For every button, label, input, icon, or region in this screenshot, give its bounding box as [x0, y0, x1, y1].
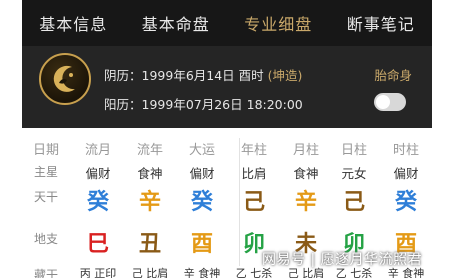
- pillar-header: 月柱: [292, 143, 319, 158]
- tab-basic-chart[interactable]: 基本命盘: [125, 11, 228, 35]
- pillar-hidden-stem: 丙 正印: [79, 267, 117, 278]
- chart-gender-tag: (坤造): [267, 68, 303, 83]
- solar-prefix: 阳历：: [104, 97, 142, 112]
- pillar-earthly-branch: 酉: [190, 232, 213, 257]
- pillar-main-star: 食神: [293, 166, 319, 181]
- display-toggle[interactable]: [374, 93, 406, 111]
- row-label-gan: 天干: [33, 190, 58, 204]
- toggle-knob: [376, 95, 390, 109]
- row-label-date: 日期: [32, 143, 59, 158]
- pillar-column[interactable]: 流年食神辛丑己 比肩: [124, 128, 176, 278]
- pillar-earthly-branch: 巳: [86, 232, 109, 257]
- watermark: 网易号 | 愿逐月华流照君: [262, 252, 423, 268]
- pillar-main-star: 偏财: [85, 166, 111, 181]
- pillar-main-star: 比肩: [241, 166, 267, 181]
- solar-date: 1999年07月26日 18:20:00: [141, 97, 303, 112]
- pillar-header: 年柱: [240, 143, 267, 158]
- pillar-heavenly-stem: 癸: [394, 190, 417, 215]
- moon-logo-icon: [53, 65, 75, 92]
- tab-notes[interactable]: 断事笔记: [330, 11, 433, 35]
- profile-bar: 阴历：1999年6月14日 酉时 (坤造) 胎命身 阳历：1999年07月26日…: [22, 46, 432, 128]
- pillar-header: 时柱: [392, 143, 419, 158]
- tai-ming-shen-link[interactable]: 胎命身: [374, 65, 412, 84]
- lunar-date: 1999年6月14日 酉时: [141, 68, 264, 83]
- pillar-heavenly-stem: 癸: [190, 190, 213, 215]
- solar-date-line: 阳历：1999年07月26日 18:20:00: [104, 94, 303, 113]
- app-logo: [39, 53, 91, 105]
- pillar-main-star: 元女: [341, 166, 367, 181]
- pillar-heavenly-stem: 辛: [138, 190, 161, 215]
- pillar-hidden-stem: 己 比肩: [131, 267, 169, 278]
- pillar-main-star: 偏财: [393, 166, 419, 181]
- pillar-main-star: 偏财: [189, 166, 215, 181]
- pillar-heavenly-stem: 己: [342, 190, 365, 215]
- lunar-prefix: 阴历：: [104, 68, 142, 83]
- lunar-date-line: 阴历：1999年6月14日 酉时 (坤造): [104, 65, 302, 84]
- tab-professional-chart[interactable]: 专业细盘: [227, 11, 330, 35]
- row-label-zhi: 地支: [33, 232, 58, 246]
- pillar-main-star: 食神: [137, 166, 163, 181]
- top-tab-bar: 基本信息 基本命盘 专业细盘 断事笔记: [22, 0, 432, 46]
- pillar-header: 大运: [188, 143, 215, 158]
- pillar-header: 流年: [136, 143, 163, 158]
- tab-basic-info[interactable]: 基本信息: [22, 11, 125, 35]
- pillar-heavenly-stem: 己: [242, 190, 265, 215]
- pillar-header: 日柱: [340, 143, 367, 158]
- row-label-star: 主星: [33, 165, 58, 179]
- row-label-hidden: 藏干: [33, 268, 58, 278]
- pillar-earthly-branch: 丑: [138, 232, 161, 257]
- pillar-hidden-stem: 辛 食神: [183, 267, 221, 278]
- pillar-column[interactable]: 流月偏财癸巳丙 正印: [72, 128, 124, 278]
- pillar-heavenly-stem: 辛: [294, 190, 317, 215]
- pillar-heavenly-stem: 癸: [86, 190, 109, 215]
- pillar-header: 流月: [84, 143, 111, 158]
- pillar-column[interactable]: 大运偏财癸酉辛 食神: [176, 128, 228, 278]
